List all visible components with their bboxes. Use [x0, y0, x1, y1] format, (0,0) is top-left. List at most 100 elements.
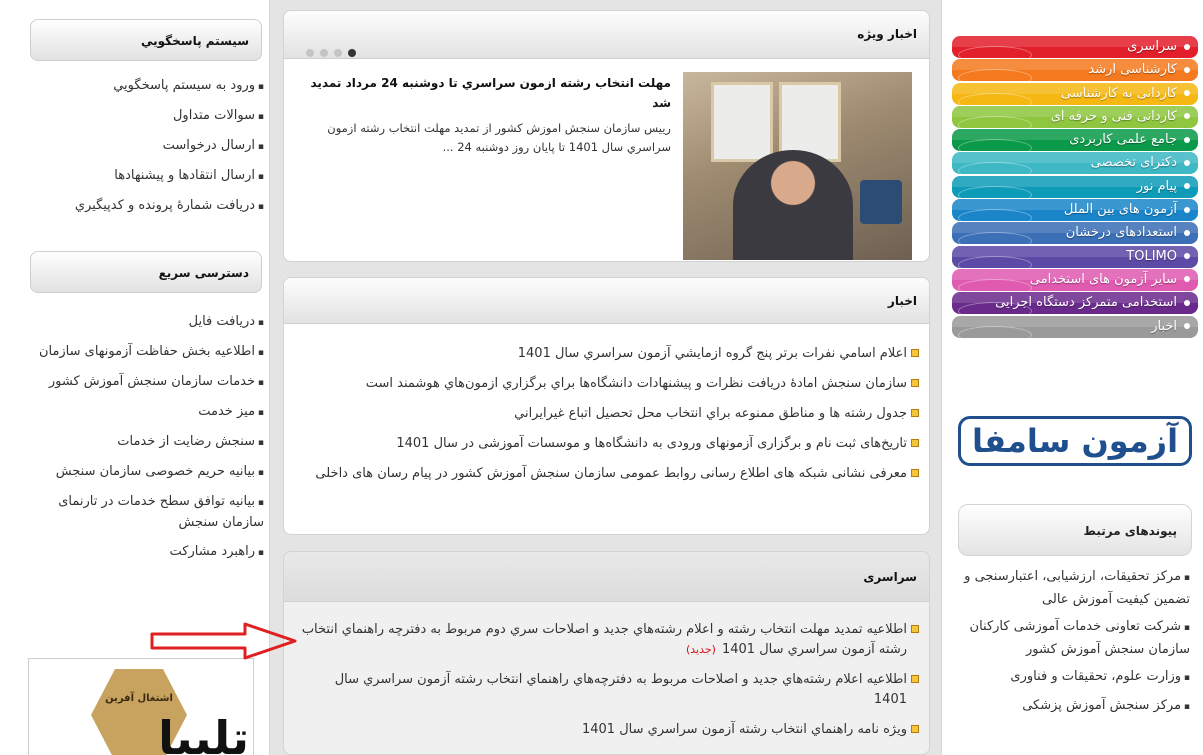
featured-news-image[interactable]: [683, 72, 912, 260]
response-system-list: ورود به سيستم پاسخگويي سوالات متداول ارسال…: [28, 76, 264, 226]
sarasari-header: سراسری: [284, 552, 929, 602]
bullet-icon: [1184, 159, 1190, 166]
sarasari-item[interactable]: اطلاعيه تمديد مهلت انتخاب رشته و اعلام ر…: [298, 620, 919, 660]
response-link-text: ارسال انتقادها و پيشنهادها: [114, 168, 256, 183]
azmoon-samfa-logo[interactable]: آزمون سامفا: [958, 416, 1192, 466]
menu-item-label: پیام نور: [1136, 178, 1177, 194]
response-link[interactable]: ارسال انتقادها و پيشنهادها: [28, 166, 264, 187]
menu-item-label: سراسری: [1127, 39, 1177, 54]
featured-news-title: اخبار ویژه: [857, 27, 917, 41]
bullet-icon: [1184, 253, 1190, 260]
quick-link-text: راهبرد مشارکت: [169, 544, 256, 559]
advertisement-banner[interactable]: اشتغال آفرین تلبیا: [28, 658, 254, 755]
menu-item[interactable]: استخدامی متمرکز دستگاه اجرایی: [952, 292, 1198, 315]
menu-item-label: کاردانی فنی و حرفه ای: [1050, 108, 1177, 124]
menu-item[interactable]: TOLIMO: [952, 245, 1198, 268]
response-link-text: ارسال درخواست: [162, 138, 256, 153]
related-link[interactable]: مرکز سنجش آموزش پزشکی: [956, 695, 1190, 718]
quick-link[interactable]: بیانیه حریم خصوصی سازمان سنجش: [28, 462, 264, 483]
related-link-text: مرکز سنجش آموزش پزشکی: [1022, 698, 1182, 713]
news-item[interactable]: تاریخ‌های ثبت نام و برگزاری آزمونهای ورو…: [298, 434, 919, 454]
bullet-icon: [1184, 136, 1190, 143]
response-link[interactable]: سوالات متداول: [28, 106, 264, 127]
quick-link[interactable]: سنجش رضایت از خدمات: [28, 432, 264, 453]
bullet-square-icon: [911, 379, 919, 387]
news-item[interactable]: جدول رشته ها و مناطق ممنوعه براي انتخاب …: [298, 404, 919, 424]
bullet-icon: [1184, 206, 1190, 213]
sarasari-item-text: اطلاعيه تمديد مهلت انتخاب رشته و اعلام ر…: [301, 622, 907, 657]
menu-item-label: جامع علمی کاربردی: [1069, 132, 1177, 148]
menu-item-label: کاردانی به کارشناسی: [1060, 85, 1177, 101]
bullet-icon: [1184, 276, 1190, 283]
featured-headline[interactable]: مهلت انتخاب رشته ازمون سراسري تا دوشنبه …: [301, 73, 672, 113]
news-item-text: سازمان سنجش امادۀ دريافت نظرات و پيشنهاد…: [365, 376, 907, 391]
bullet-icon: [1184, 66, 1190, 73]
bullet-square-icon: [911, 625, 919, 633]
menu-item[interactable]: کارشناسی ارشد: [952, 59, 1198, 82]
menu-item-label: اخبار: [1151, 318, 1177, 334]
sarasari-item[interactable]: ويژه نامه راهنماي انتخاب رشته آزمون سراس…: [298, 720, 919, 740]
right-sidebar: سراسری کارشناسی ارشد کاردانی به کارشناسی کا…: [941, 0, 1203, 755]
menu-item-label: استعدادهای درخشان: [1065, 225, 1177, 241]
quick-access-list: دریافت فایل اطلاعیه بخش حفاظت آزمونهای سا…: [28, 312, 264, 572]
quick-link-text: بیانیه توافق سطح خدمات در تارنمای سازمان…: [58, 494, 264, 530]
related-link[interactable]: شرکت تعاونی خدمات آموزشی کارکنان سازمان …: [956, 616, 1190, 660]
news-panel: اخبار اعلام اسامي نفرات برتر پنج گروه از…: [283, 277, 930, 535]
menu-item[interactable]: استعدادهای درخشان: [952, 222, 1198, 245]
red-arrow-icon: [150, 622, 297, 660]
menu-item-label: آزمون های بین الملل: [1063, 202, 1177, 218]
bullet-icon: [1184, 323, 1190, 330]
sarasari-item[interactable]: اطلاعيه اعلام رشته‌هاي جديد و اصلاحات مر…: [298, 670, 919, 710]
bullet-square-icon: [911, 439, 919, 447]
response-link[interactable]: ورود به سيستم پاسخگويي: [28, 76, 264, 97]
response-link[interactable]: ارسال درخواست: [28, 136, 264, 157]
quick-link[interactable]: راهبرد مشارکت: [28, 542, 264, 563]
featured-news-panel: اخبار ویژه مهلت انتخاب رشته ازمون سراسري…: [283, 10, 930, 262]
menu-item[interactable]: سایر آزمون های استخدامی: [952, 268, 1198, 291]
slider-dot-1[interactable]: [306, 49, 314, 57]
menu-item[interactable]: دکترای تخصصی: [952, 152, 1198, 175]
quick-link-text: سنجش رضایت از خدمات: [117, 434, 256, 449]
related-link-text: مرکز تحقیقات، ارزشیابی، اعتبارسنجی و تضم…: [964, 569, 1190, 607]
news-item-text: معرفی نشانی شبکه های اطلاع رسانی روابط ع…: [315, 466, 907, 481]
news-item-text: جدول رشته ها و مناطق ممنوعه براي انتخاب …: [514, 406, 907, 421]
menu-item[interactable]: کاردانی به کارشناسی: [952, 82, 1198, 105]
quick-link[interactable]: میز خدمت: [28, 402, 264, 423]
news-item[interactable]: اعلام اسامي نفرات برتر پنج گروه ازمايشي …: [298, 344, 919, 364]
slider-dot-2[interactable]: [320, 49, 328, 57]
sanjesh-logo-icon: [860, 180, 902, 224]
quick-link[interactable]: بیانیه توافق سطح خدمات در تارنمای سازمان…: [28, 492, 264, 533]
quick-access-header: دسترسی سریع: [30, 251, 262, 293]
slider-pagination: [306, 30, 362, 76]
news-item[interactable]: سازمان سنجش امادۀ دريافت نظرات و پيشنهاد…: [298, 374, 919, 394]
related-links-list: مرکز تحقیقات، ارزشیابی، اعتبارسنجی و تضم…: [956, 566, 1190, 724]
quick-link[interactable]: اطلاعیه بخش حفاظت آزمونهای سازمان: [28, 342, 264, 363]
featured-news-header: اخبار ویژه: [284, 11, 929, 59]
response-link-text: دريافت شمارۀ پرونده و كدپيگيري: [74, 198, 256, 213]
menu-item[interactable]: کاردانی فنی و حرفه ای: [952, 105, 1198, 128]
quick-link-text: اطلاعیه بخش حفاظت آزمونهای سازمان: [38, 344, 256, 359]
news-header: اخبار: [284, 278, 929, 324]
bullet-icon: [1184, 229, 1190, 236]
slider-dot-4[interactable]: [348, 49, 356, 57]
related-link[interactable]: مرکز تحقیقات، ارزشیابی، اعتبارسنجی و تضم…: [956, 566, 1190, 610]
menu-item[interactable]: جامع علمی کاربردی: [952, 129, 1198, 152]
news-item-text: اعلام اسامي نفرات برتر پنج گروه ازمايشي …: [517, 346, 907, 361]
menu-item[interactable]: سراسری: [952, 36, 1198, 58]
response-system-header: سيستم پاسخگويي: [30, 19, 262, 61]
related-links-header: پیوندهای مرتبط: [958, 504, 1192, 556]
response-link[interactable]: دريافت شمارۀ پرونده و كدپيگيري: [28, 196, 264, 217]
slider-dot-3[interactable]: [334, 49, 342, 57]
related-link[interactable]: وزارت علوم، تحقیقات و فناوری: [956, 666, 1190, 689]
menu-item[interactable]: پیام نور: [952, 175, 1198, 198]
portrait-frame: [711, 82, 773, 162]
quick-link[interactable]: خدمات سازمان سنجش آموزش کشور: [28, 372, 264, 393]
quick-link[interactable]: دریافت فایل: [28, 312, 264, 333]
news-list: اعلام اسامي نفرات برتر پنج گروه ازمايشي …: [284, 324, 929, 484]
bullet-square-icon: [911, 469, 919, 477]
menu-item[interactable]: اخبار: [952, 315, 1198, 338]
sarasari-list: اطلاعيه تمديد مهلت انتخاب رشته و اعلام ر…: [284, 602, 929, 740]
category-menu: سراسری کارشناسی ارشد کاردانی به کارشناسی کا…: [952, 36, 1198, 339]
news-item[interactable]: معرفی نشانی شبکه های اطلاع رسانی روابط ع…: [298, 464, 919, 484]
menu-item[interactable]: آزمون های بین الملل: [952, 199, 1198, 222]
